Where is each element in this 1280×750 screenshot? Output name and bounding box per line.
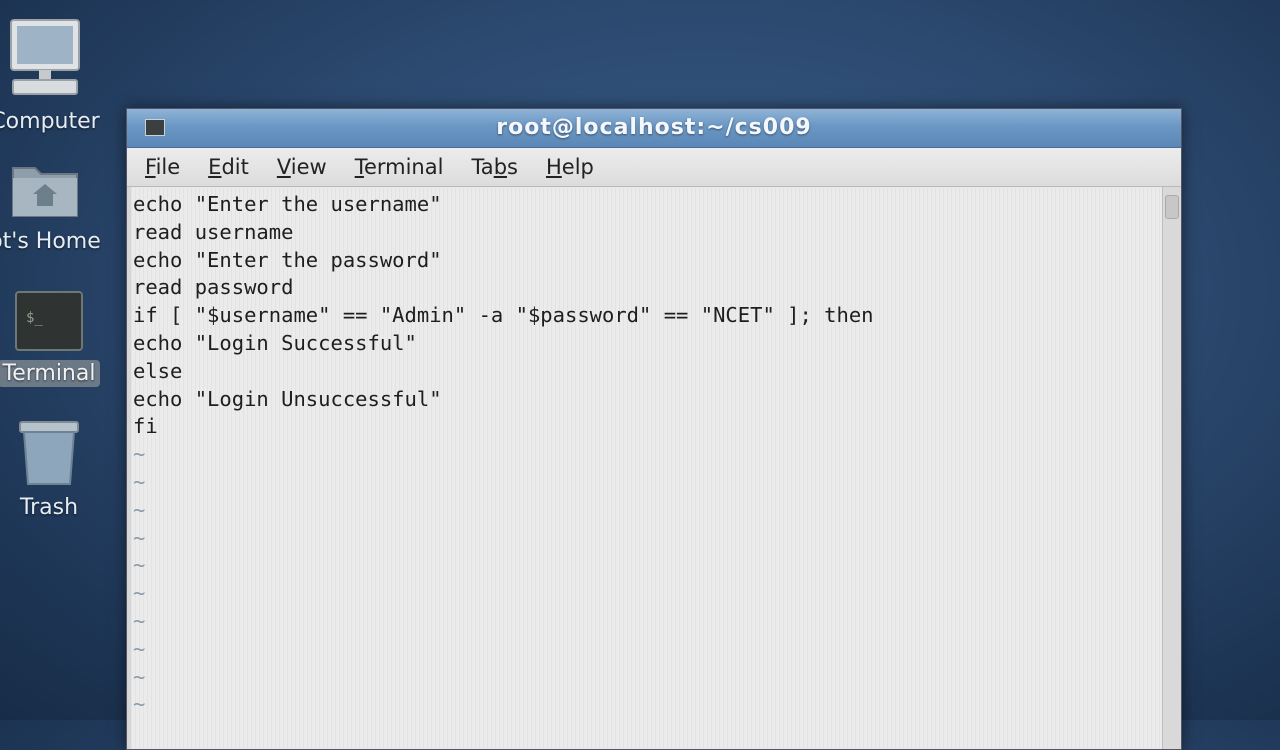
empty-line-marker: ~ [133, 525, 146, 550]
terminal-line: echo "Login Successful" [133, 330, 417, 355]
title-bar[interactable]: root@localhost:~/cs009 [127, 109, 1181, 148]
menu-help[interactable]: Help [546, 155, 594, 179]
desktop-icon-trash[interactable]: Trash [0, 420, 114, 521]
terminal-line: read password [133, 275, 294, 300]
vertical-scrollbar[interactable] [1162, 187, 1181, 749]
empty-line-marker: ~ [133, 553, 146, 578]
home-folder-icon [0, 158, 110, 224]
empty-line-marker: ~ [133, 608, 146, 633]
empty-line-marker: ~ [133, 664, 146, 689]
terminal-line: fi [133, 414, 158, 439]
terminal-line: echo "Enter the username" [133, 192, 442, 216]
menu-file[interactable]: File [145, 155, 180, 179]
terminal-line: else [133, 358, 183, 383]
computer-icon [0, 18, 110, 104]
scrollbar-thumb[interactable] [1165, 195, 1179, 219]
empty-line-marker: ~ [133, 497, 146, 522]
terminal-icon: $_ [0, 290, 114, 356]
menu-edit[interactable]: Edit [208, 155, 249, 179]
menu-bar: File Edit View Terminal Tabs Help [127, 148, 1181, 187]
terminal-line: echo "Login Unsuccessful" [133, 386, 442, 411]
empty-line-marker: ~ [133, 581, 146, 606]
empty-line-marker: ~ [133, 636, 146, 661]
trash-icon [0, 420, 114, 490]
terminal-window: root@localhost:~/cs009 File Edit View Termi… [126, 108, 1182, 750]
desktop-icon-home[interactable]: ot's Home [0, 158, 110, 255]
desktop-icon-label: Trash [19, 495, 79, 520]
menu-terminal[interactable]: Terminal [355, 155, 444, 179]
terminal-line: read username [133, 219, 294, 244]
menu-view[interactable]: View [277, 155, 327, 179]
svg-text:$_: $_ [26, 310, 43, 326]
empty-line-marker: ~ [133, 469, 146, 494]
desktop-icon-computer[interactable]: Computer [0, 18, 110, 135]
empty-line-marker: ~ [133, 442, 146, 467]
desktop-icon-label: Computer [0, 109, 100, 134]
terminal-content[interactable]: echo "Enter the username" read username ec… [131, 187, 1163, 749]
desktop-icon-label: ot's Home [0, 229, 101, 254]
desktop-icon-terminal[interactable]: $_ Terminal [0, 290, 114, 387]
menu-tabs[interactable]: Tabs [471, 155, 518, 179]
desktop-icon-label: Terminal [0, 360, 101, 387]
empty-line-marker: ~ [133, 692, 146, 717]
terminal-line: if [ "$username" == "Admin" -a "$passwor… [133, 303, 874, 328]
window-title: root@localhost:~/cs009 [496, 115, 812, 140]
terminal-line: echo "Enter the password" [133, 247, 442, 272]
